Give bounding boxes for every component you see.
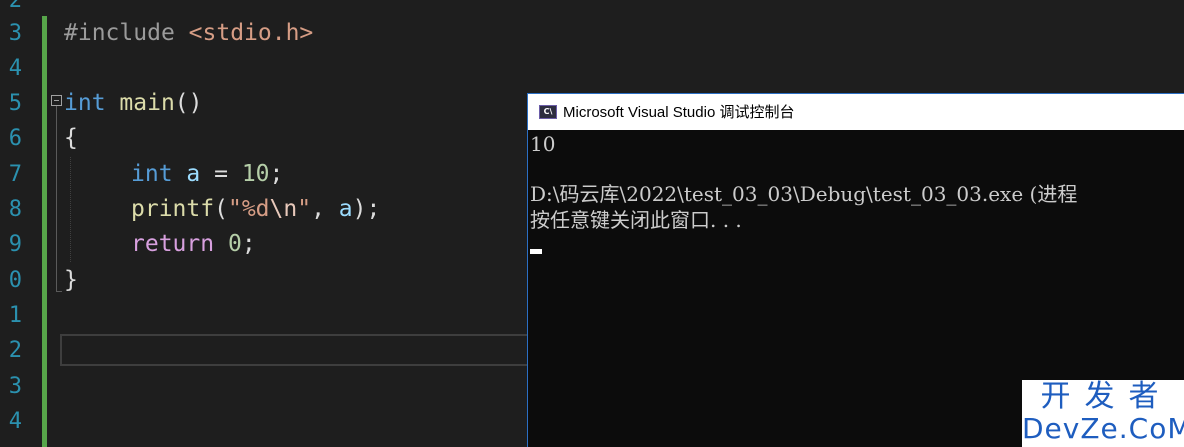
code-line-declaration[interactable]: int a = 10; [131, 157, 283, 192]
string-quote: " [297, 196, 312, 222]
current-line-highlight[interactable] [60, 334, 540, 366]
line-number: 6 [8, 126, 22, 151]
function-printf: printf [131, 196, 215, 222]
variable-a: a [186, 161, 201, 187]
line-number-gutter: 2 3 4 5 6 7 8 9 0 1 2 3 4 [0, 0, 36, 447]
escape-sequence: \n [269, 196, 298, 222]
semicolon: ; [269, 161, 284, 187]
console-output-line: 按任意键关闭此窗口. . . [530, 208, 742, 232]
watermark-bottom-text: DevZe.CoM [1022, 412, 1184, 445]
preprocessor-directive: include [77, 20, 175, 46]
number-literal: 10 [241, 161, 270, 187]
console-titlebar[interactable]: C\ Microsoft Visual Studio 调试控制台 [528, 93, 1184, 130]
line-number: 4 [8, 56, 22, 81]
code-line-return[interactable]: return 0; [131, 227, 256, 262]
line-number: 8 [8, 197, 22, 222]
close-paren: ); [352, 196, 381, 222]
open-brace: { [64, 125, 78, 151]
code-line-include[interactable]: #include <stdio.h> [64, 16, 313, 51]
console-cursor [530, 249, 542, 254]
keyword-int: int [131, 161, 173, 187]
change-tracking-bar [42, 16, 47, 447]
collapse-toggle-icon[interactable] [51, 95, 62, 106]
keyword-return: return [131, 231, 215, 257]
console-output-line: D:\码云库\2022\test_03_03\Debug\test_03_03.… [530, 182, 1078, 206]
console-output-line: 10 [530, 132, 556, 156]
watermark-logo: 开发者 DevZe.CoM [1022, 380, 1184, 447]
preprocessor-hash: # [64, 20, 78, 46]
variable-a: a [338, 196, 353, 222]
outline-guide-end [56, 291, 62, 292]
line-number: 9 [8, 232, 22, 257]
operator: = [200, 161, 242, 187]
line-number: 5 [8, 91, 22, 116]
include-header: <stdio.h> [188, 20, 314, 46]
code-line-close-brace[interactable]: } [64, 263, 78, 298]
string-quote: " [227, 196, 242, 222]
line-number: 7 [8, 162, 22, 187]
line-number: 4 [8, 409, 22, 434]
number-literal: 0 [227, 231, 242, 257]
parens: () [174, 90, 203, 116]
line-number: 3 [8, 21, 22, 46]
semicolon: ; [241, 231, 256, 257]
console-app-icon: C\ [539, 105, 557, 119]
line-number: 1 [8, 303, 22, 328]
close-brace: } [64, 267, 78, 293]
code-line-open-brace[interactable]: { [64, 121, 78, 156]
keyword-int: int [64, 90, 106, 116]
code-line-printf[interactable]: printf("%d\n", a); [131, 192, 380, 227]
console-title: Microsoft Visual Studio 调试控制台 [563, 104, 795, 121]
code-line-main[interactable]: int main() [64, 86, 203, 121]
line-number: 0 [8, 268, 22, 293]
open-paren: ( [214, 196, 228, 222]
comma: , [311, 196, 339, 222]
function-name: main [119, 90, 175, 116]
line-number: 3 [8, 374, 22, 399]
outline-guide [56, 106, 57, 292]
format-specifier: %d [241, 196, 270, 222]
watermark-top-text: 开发者 [1040, 379, 1173, 414]
line-number: 2 [8, 338, 22, 363]
indent-guide [70, 157, 71, 262]
